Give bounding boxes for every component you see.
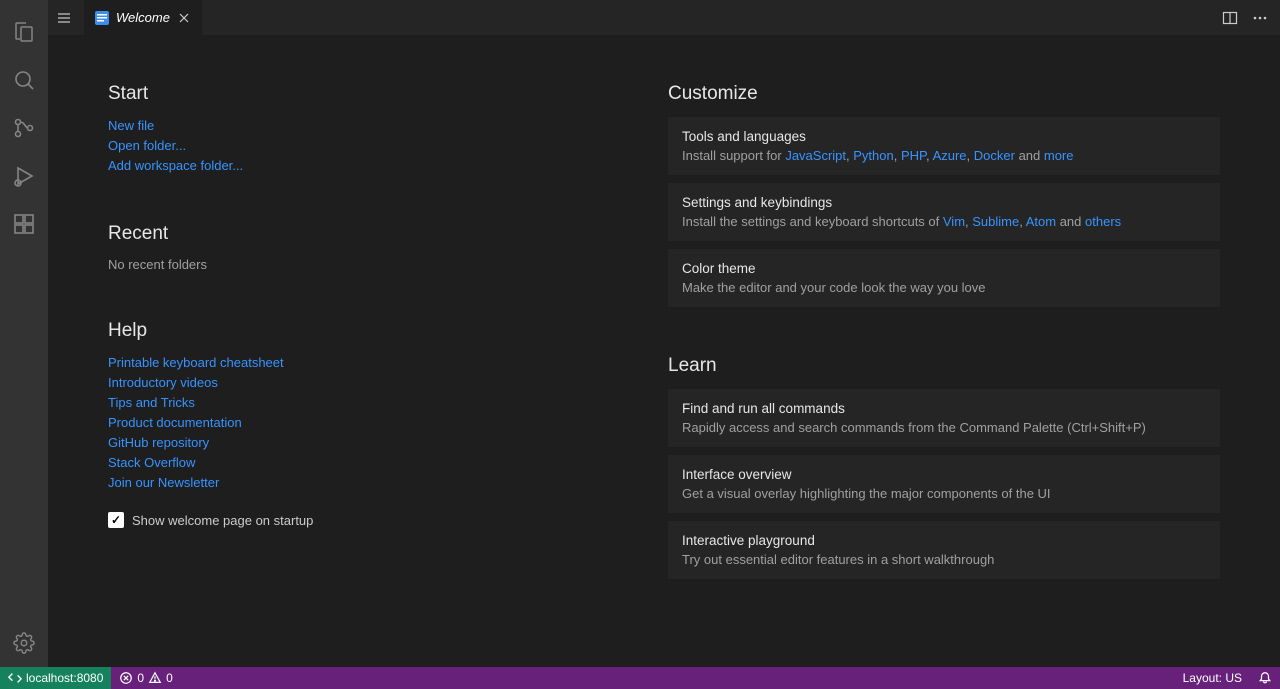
split-editor-icon[interactable] xyxy=(1222,10,1238,26)
help-link-cheatsheet[interactable]: Printable keyboard cheatsheet xyxy=(108,354,284,372)
card-interface-overview[interactable]: Interface overview Get a visual overlay … xyxy=(668,455,1220,513)
remote-status[interactable]: localhost:8080 xyxy=(0,667,111,689)
card-tools-languages[interactable]: Tools and languages Install support for … xyxy=(668,117,1220,175)
welcome-page: Start New file Open folder... Add worksp… xyxy=(48,35,1280,667)
status-bar: localhost:8080 0 0 Layout: US xyxy=(0,667,1280,689)
card-color-theme[interactable]: Color theme Make the editor and your cod… xyxy=(668,249,1220,307)
error-count: 0 xyxy=(137,671,144,685)
card-title: Find and run all commands xyxy=(682,401,1206,416)
notifications-icon[interactable] xyxy=(1250,667,1280,689)
add-workspace-folder-link[interactable]: Add workspace folder... xyxy=(108,157,243,175)
card-desc: Install support for JavaScript, Python, … xyxy=(682,148,1206,163)
lang-link[interactable]: Azure xyxy=(933,148,967,163)
help-link-docs[interactable]: Product documentation xyxy=(108,414,242,432)
source-control-icon[interactable] xyxy=(0,104,48,152)
card-title: Interface overview xyxy=(682,467,1206,482)
show-on-startup-label: Show welcome page on startup xyxy=(132,513,313,528)
recent-empty: No recent folders xyxy=(108,257,588,272)
error-icon xyxy=(119,671,133,685)
help-heading: Help xyxy=(108,320,588,342)
card-title: Settings and keybindings xyxy=(682,195,1206,210)
card-desc: Try out essential editor features in a s… xyxy=(682,552,1206,567)
activity-bar xyxy=(0,0,48,667)
editor-area: Welcome Start xyxy=(48,0,1280,667)
help-link-stackoverflow[interactable]: Stack Overflow xyxy=(108,454,195,472)
card-find-commands[interactable]: Find and run all commands Rapidly access… xyxy=(668,389,1220,447)
debug-icon[interactable] xyxy=(0,152,48,200)
warning-count: 0 xyxy=(166,671,173,685)
new-file-link[interactable]: New file xyxy=(108,117,154,135)
keyboard-layout-status[interactable]: Layout: US xyxy=(1175,667,1250,689)
extensions-icon[interactable] xyxy=(0,200,48,248)
keymap-link[interactable]: Atom xyxy=(1026,214,1056,229)
lang-link[interactable]: Python xyxy=(853,148,893,163)
lang-link[interactable]: JavaScript xyxy=(785,148,846,163)
help-section: Help Printable keyboard cheatsheet Intro… xyxy=(108,320,588,528)
card-desc: Make the editor and your code look the w… xyxy=(682,280,1206,295)
more-actions-icon[interactable] xyxy=(1252,10,1268,26)
help-link-videos[interactable]: Introductory videos xyxy=(108,374,218,392)
close-icon[interactable] xyxy=(176,10,192,26)
card-title: Tools and languages xyxy=(682,129,1206,144)
keymap-others-link[interactable]: others xyxy=(1085,214,1121,229)
customize-heading: Customize xyxy=(668,83,1220,105)
lang-more-link[interactable]: more xyxy=(1044,148,1074,163)
remote-host: localhost:8080 xyxy=(26,671,103,685)
recent-heading: Recent xyxy=(108,223,588,245)
card-desc: Install the settings and keyboard shortc… xyxy=(682,214,1206,229)
open-folder-link[interactable]: Open folder... xyxy=(108,137,186,155)
keymap-link[interactable]: Vim xyxy=(943,214,965,229)
keymap-link[interactable]: Sublime xyxy=(972,214,1019,229)
show-on-startup-checkbox[interactable]: ✓ xyxy=(108,512,124,528)
card-desc: Rapidly access and search commands from … xyxy=(682,420,1206,435)
help-link-tips[interactable]: Tips and Tricks xyxy=(108,394,195,412)
learn-heading: Learn xyxy=(668,355,1220,377)
start-section: Start New file Open folder... Add worksp… xyxy=(108,83,588,175)
lang-link[interactable]: Docker xyxy=(974,148,1015,163)
tab-welcome[interactable]: Welcome xyxy=(84,0,202,35)
welcome-tab-icon xyxy=(94,10,110,26)
tab-bar: Welcome xyxy=(48,0,1280,35)
card-title: Interactive playground xyxy=(682,533,1206,548)
warning-icon xyxy=(148,671,162,685)
settings-gear-icon[interactable] xyxy=(0,619,48,667)
search-icon[interactable] xyxy=(0,56,48,104)
hamburger-menu-icon[interactable] xyxy=(52,0,76,35)
card-title: Color theme xyxy=(682,261,1206,276)
start-heading: Start xyxy=(108,83,588,105)
help-link-newsletter[interactable]: Join our Newsletter xyxy=(108,474,219,492)
learn-section: Learn Find and run all commands Rapidly … xyxy=(668,355,1220,579)
recent-section: Recent No recent folders xyxy=(108,223,588,272)
explorer-icon[interactable] xyxy=(0,8,48,56)
card-settings-keybindings[interactable]: Settings and keybindings Install the set… xyxy=(668,183,1220,241)
tab-title: Welcome xyxy=(116,10,170,25)
help-link-github[interactable]: GitHub repository xyxy=(108,434,209,452)
card-desc: Get a visual overlay highlighting the ma… xyxy=(682,486,1206,501)
customize-section: Customize Tools and languages Install su… xyxy=(668,83,1220,307)
card-interactive-playground[interactable]: Interactive playground Try out essential… xyxy=(668,521,1220,579)
problems-status[interactable]: 0 0 xyxy=(111,667,180,689)
lang-link[interactable]: PHP xyxy=(901,148,926,163)
